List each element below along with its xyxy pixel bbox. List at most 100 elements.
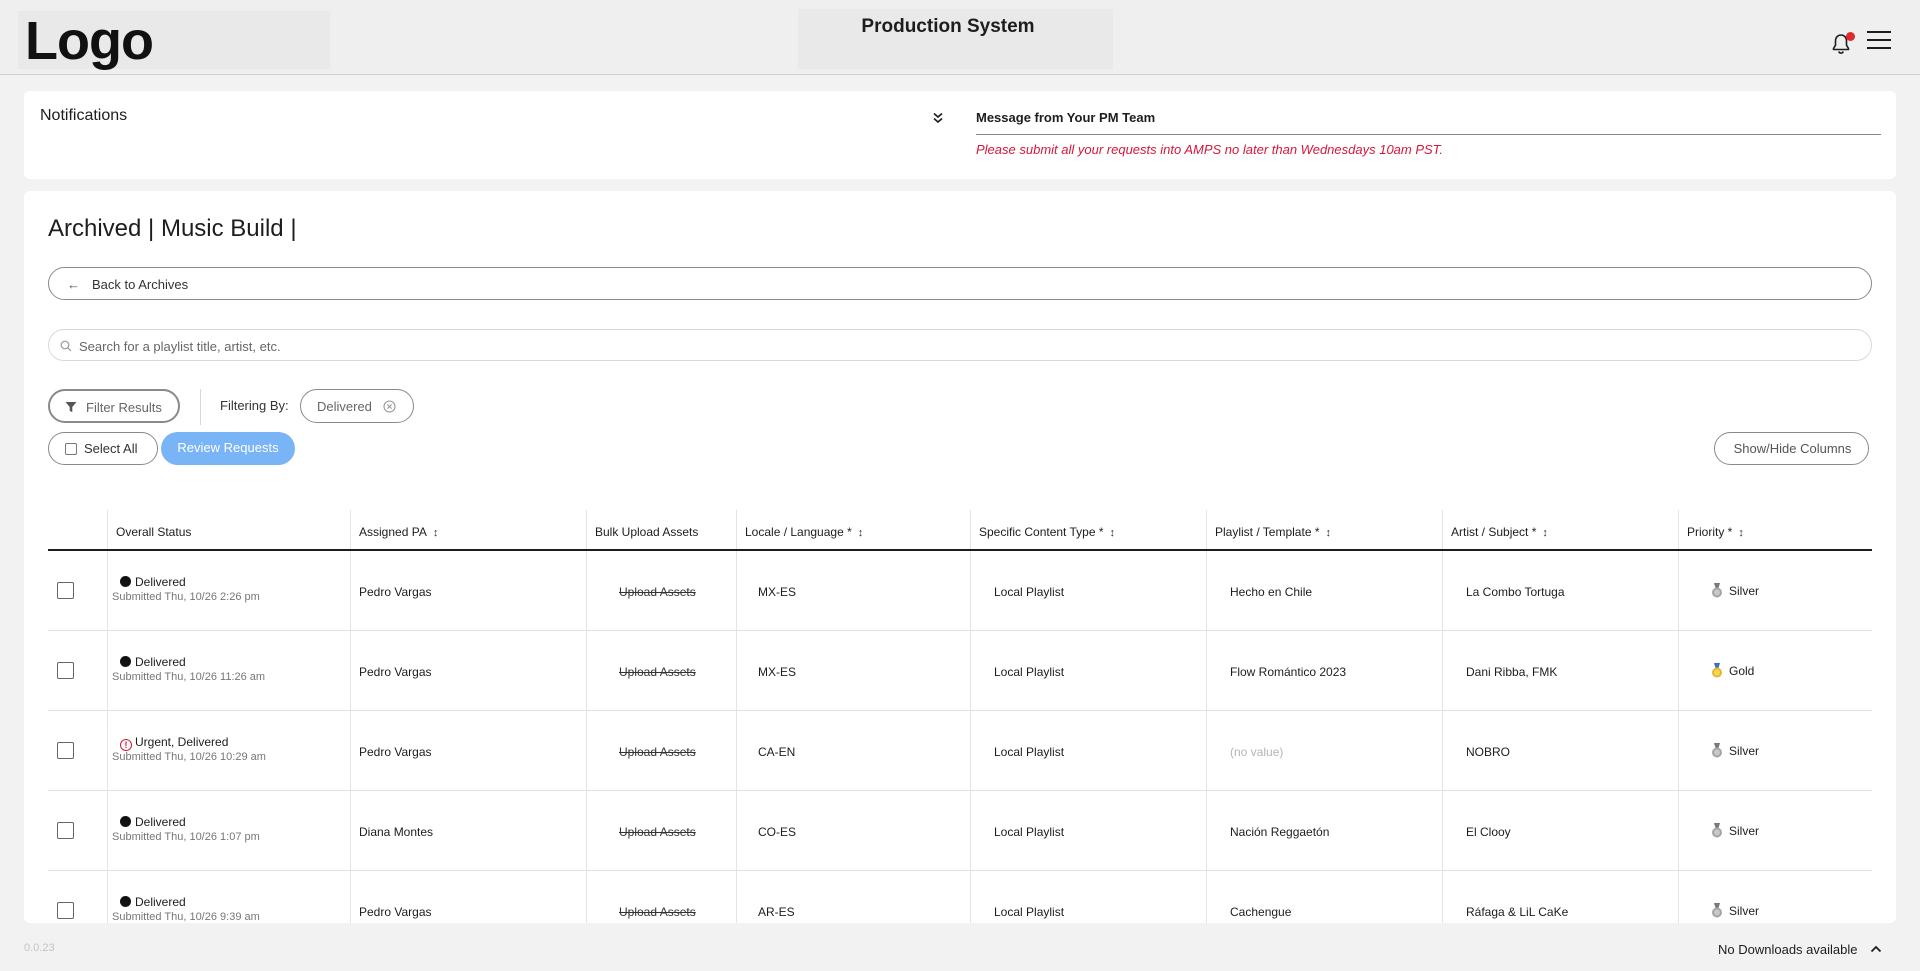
upload-assets-link[interactable]: Upload Assets [619,745,696,759]
column-header-artist-subject[interactable]: Artist / Subject * ↕ [1451,525,1548,539]
assigned-pa: Pedro Vargas [359,665,432,679]
content-type: Local Playlist [994,665,1065,679]
status-dot-icon [120,656,131,667]
filter-results-label: Filter Results [86,400,162,415]
main-content: Archived | Music Build | ← Back to Archi… [24,191,1896,923]
upload-assets-link[interactable]: Upload Assets [619,585,696,599]
urgent-alert-icon: ! [120,739,132,751]
pm-message-title: Message from Your PM Team [976,110,1156,125]
requests-table: Overall Status Assigned PA ↕ Bulk Upload … [48,510,1872,923]
divider [976,134,1881,135]
artist-subject: Dani Ribba, FMK [1466,665,1558,679]
select-all-checkbox[interactable] [65,443,77,455]
submitted-date: Submitted Thu, 10/26 9:39 am [112,911,260,923]
status-cell: Delivered [120,655,186,669]
assigned-pa: Diana Montes [359,825,434,839]
priority-cell: Silver [1711,583,1759,598]
hamburger-menu-icon[interactable] [1867,31,1891,53]
sort-icon[interactable]: ↕ [1326,527,1332,539]
playlist-title: (no value) [1230,745,1284,759]
sort-icon[interactable]: ↕ [433,527,439,539]
priority-cell: Silver [1711,743,1759,758]
column-header-assigned-pa[interactable]: Assigned PA ↕ [359,525,438,539]
show-hide-columns-label: Show/Hide Columns [1733,441,1852,456]
gold-medal-icon [1712,663,1722,678]
notifications-panel: Notifications Message from Your PM Team … [24,91,1896,179]
locale: CO-ES [758,825,797,839]
select-all-label: Select All [84,441,138,456]
chevron-double-down-icon[interactable] [931,111,945,125]
logo[interactable]: Logo [25,10,154,72]
locale: MX-ES [758,585,797,599]
column-header-priority[interactable]: Priority * ↕ [1687,525,1744,539]
priority-cell: Silver [1711,903,1759,918]
row-checkbox[interactable] [57,582,74,599]
page-title: Archived | Music Build | [48,215,297,242]
row-checkbox[interactable] [57,662,74,679]
filtering-by-label: Filtering By: [220,398,289,413]
submitted-date: Submitted Thu, 10/26 11:26 am [112,671,266,683]
active-filter-chip[interactable]: Delivered [300,389,414,423]
submitted-date: Submitted Thu, 10/26 10:29 am [112,751,266,763]
back-to-archives-label: Back to Archives [92,277,189,292]
table-row[interactable]: Delivered Submitted Thu, 10/26 11:26 am … [48,631,1872,711]
back-to-archives-button[interactable]: ← Back to Archives [48,267,1872,300]
priority-cell: Silver [1711,823,1759,838]
downloads-status[interactable]: No Downloads available [1718,942,1857,957]
top-bar: Logo Production System [0,0,1920,75]
upload-assets-link[interactable]: Upload Assets [619,665,696,679]
pm-message-text: Please submit all your requests into AMP… [976,142,1444,157]
playlist-title: Flow Romántico 2023 [1230,665,1347,679]
column-header-locale-language[interactable]: Locale / Language * ↕ [745,525,863,539]
assigned-pa: Pedro Vargas [359,585,432,599]
column-header-playlist-template[interactable]: Playlist / Template * ↕ [1215,525,1331,539]
notification-badge [1846,32,1855,41]
divider [200,389,201,425]
table-row[interactable]: Delivered Submitted Thu, 10/26 1:07 pm D… [48,791,1872,871]
status-cell: Delivered [120,815,186,829]
table-row[interactable]: ! Urgent, Delivered Submitted Thu, 10/26 … [48,711,1872,791]
status-cell: ! Urgent, Delivered [120,735,228,751]
column-header-overall-status: Overall Status [116,525,192,539]
artist-subject: La Combo Tortuga [1466,585,1565,599]
silver-medal-icon [1712,823,1722,838]
table-row[interactable]: Delivered Submitted Thu, 10/26 2:26 pm P… [48,551,1872,631]
upload-assets-link[interactable]: Upload Assets [619,825,696,839]
content-type: Local Playlist [994,825,1065,839]
sort-icon[interactable]: ↕ [1110,527,1116,539]
search-icon [60,340,72,352]
column-header-content-type[interactable]: Specific Content Type * ↕ [979,525,1115,539]
content-type: Local Playlist [994,905,1065,919]
table-row[interactable]: Delivered Submitted Thu, 10/26 9:39 am P… [48,871,1872,923]
search-bar [48,329,1872,361]
sort-icon[interactable]: ↕ [1738,527,1744,539]
active-filter-label: Delivered [317,399,372,414]
select-all-button[interactable]: Select All [48,432,158,465]
assigned-pa: Pedro Vargas [359,905,432,919]
locale: MX-ES [758,665,797,679]
priority-cell: Gold [1711,663,1754,678]
submitted-date: Submitted Thu, 10/26 2:26 pm [112,591,260,603]
search-input[interactable] [79,336,1779,356]
version-label: 0.0.23 [24,942,55,954]
show-hide-columns-button[interactable]: Show/Hide Columns [1714,432,1869,465]
row-checkbox[interactable] [57,822,74,839]
filter-results-button[interactable]: Filter Results [48,389,180,423]
playlist-title: Cachengue [1230,905,1292,919]
review-requests-button[interactable]: Review Requests [161,432,295,465]
filter-icon [65,402,77,413]
row-checkbox[interactable] [57,742,74,759]
upload-assets-link[interactable]: Upload Assets [619,905,696,919]
remove-filter-icon[interactable] [383,400,396,413]
playlist-title: Hecho en Chile [1230,585,1313,599]
sort-icon[interactable]: ↕ [1542,527,1548,539]
silver-medal-icon [1712,743,1722,758]
sort-icon[interactable]: ↕ [858,527,864,539]
chevron-up-icon[interactable] [1870,944,1882,954]
submitted-date: Submitted Thu, 10/26 1:07 pm [112,831,260,843]
status-cell: Delivered [120,575,186,589]
silver-medal-icon [1712,583,1722,598]
playlist-title: Nación Reggaetón [1230,825,1330,839]
status-cell: Delivered [120,895,186,909]
row-checkbox[interactable] [57,902,74,919]
